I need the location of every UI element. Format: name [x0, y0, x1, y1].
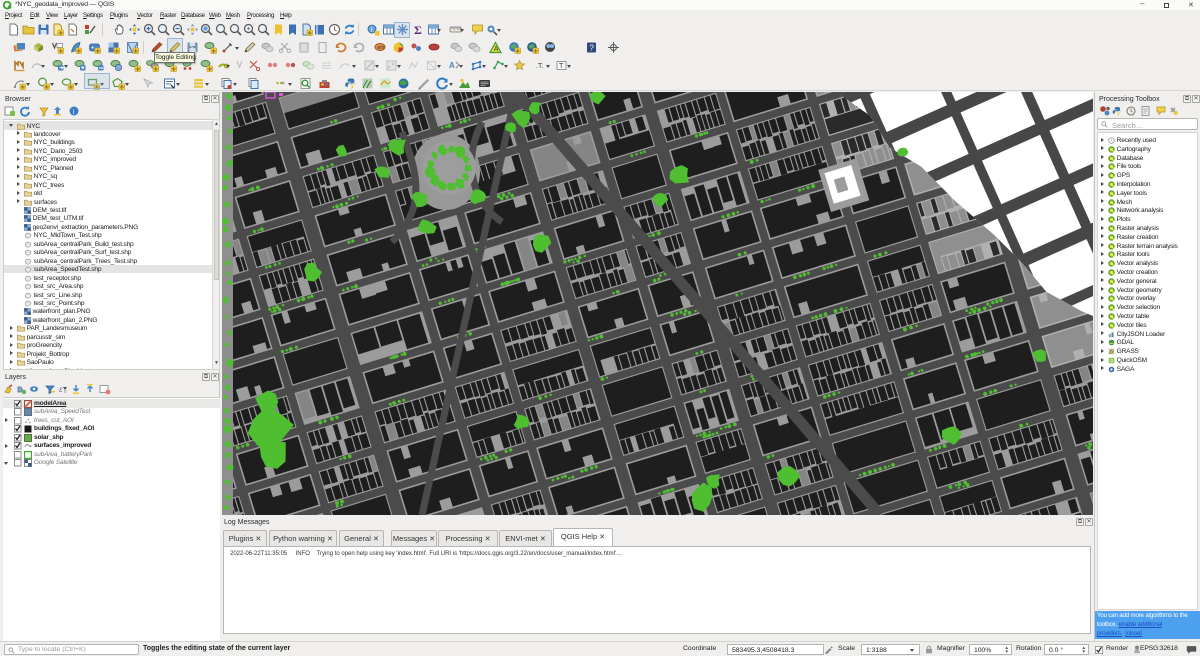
svg-text:A: A [494, 46, 499, 53]
svg-text:?: ? [590, 44, 595, 53]
svg-text:A: A [449, 61, 455, 70]
svg-text:i: i [73, 108, 75, 116]
svg-text:T: T [559, 63, 564, 70]
svg-text:em: em [378, 45, 385, 51]
svg-text:.T.: .T. [536, 63, 543, 70]
svg-text:Σ: Σ [414, 23, 422, 36]
svg-text:i: i [371, 26, 373, 34]
